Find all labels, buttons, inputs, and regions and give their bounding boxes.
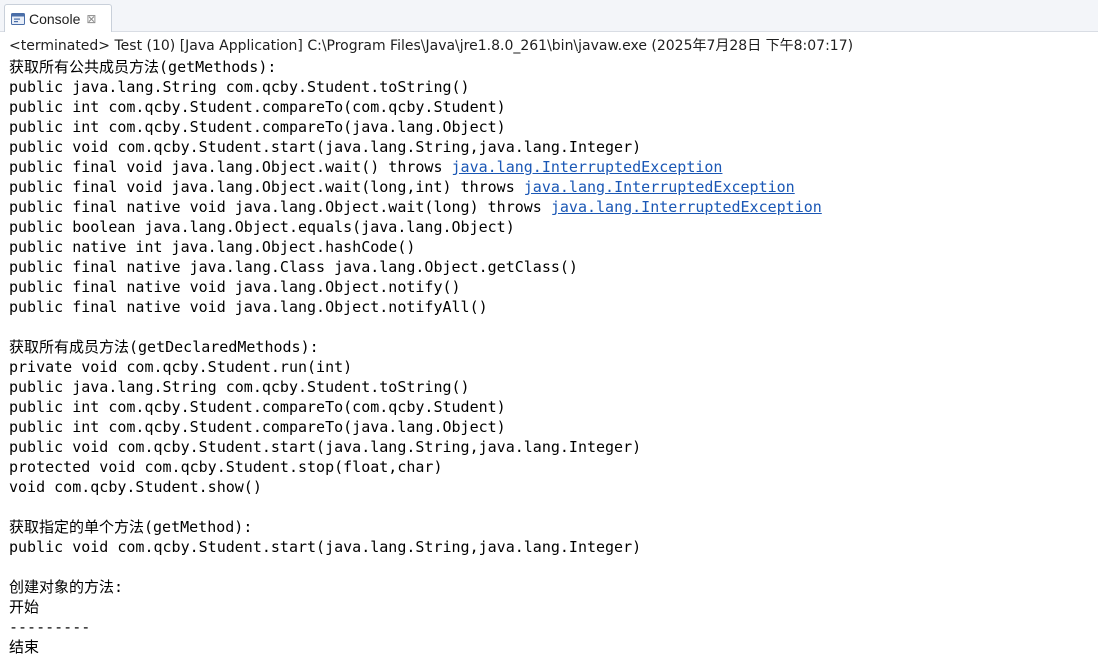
console-line-text: void com.qcby.Student.show() bbox=[9, 478, 262, 496]
console-line-text: public final native void java.lang.Objec… bbox=[9, 298, 488, 316]
console-line-text: public int com.qcby.Student.compareTo(co… bbox=[9, 98, 506, 116]
console-line-text: public final native void java.lang.Objec… bbox=[9, 198, 551, 216]
console-line-text: protected void com.qcby.Student.stop(flo… bbox=[9, 458, 443, 476]
console-line: 开始 bbox=[9, 597, 1094, 617]
console-line-text: public java.lang.String com.qcby.Student… bbox=[9, 378, 470, 396]
console-line-text: private void com.qcby.Student.run(int) bbox=[9, 358, 353, 376]
console-line-text: public final void java.lang.Object.wait(… bbox=[9, 178, 524, 196]
console-line: public void com.qcby.Student.start(java.… bbox=[9, 137, 1094, 157]
console-line: 获取所有成员方法(getDeclaredMethods): bbox=[9, 337, 1094, 357]
exception-link[interactable]: java.lang.InterruptedException bbox=[524, 178, 795, 196]
console-line: 结束 bbox=[9, 637, 1094, 657]
console-line: public final void java.lang.Object.wait(… bbox=[9, 177, 1094, 197]
console-line-text: public void com.qcby.Student.start(java.… bbox=[9, 538, 642, 556]
exception-link[interactable]: java.lang.InterruptedException bbox=[452, 158, 723, 176]
tab-bar: Console ⊠ bbox=[0, 0, 1098, 32]
console-line: public int com.qcby.Student.compareTo(ja… bbox=[9, 117, 1094, 137]
console-line-text: public boolean java.lang.Object.equals(j… bbox=[9, 218, 515, 236]
console-line: public int com.qcby.Student.compareTo(ja… bbox=[9, 417, 1094, 437]
console-line-text: public java.lang.String com.qcby.Student… bbox=[9, 78, 470, 96]
console-line-text: 开始 bbox=[9, 598, 40, 616]
console-line: 获取所有公共成员方法(getMethods): bbox=[9, 57, 1094, 77]
console-icon bbox=[11, 12, 25, 25]
close-icon[interactable]: ⊠ bbox=[86, 12, 96, 26]
console-line: void com.qcby.Student.show() bbox=[9, 477, 1094, 497]
console-line-text: 获取所有公共成员方法(getMethods): bbox=[9, 58, 277, 76]
console-line-text: public final void java.lang.Object.wait(… bbox=[9, 158, 452, 176]
console-output[interactable]: 获取所有公共成员方法(getMethods): public java.lang.… bbox=[9, 57, 1094, 666]
console-line: public final native java.lang.Class java… bbox=[9, 257, 1094, 277]
console-line: public native int java.lang.Object.hashC… bbox=[9, 237, 1094, 257]
console-line: public void com.qcby.Student.start(java.… bbox=[9, 537, 1094, 557]
console-line-text: public int com.qcby.Student.compareTo(co… bbox=[9, 398, 506, 416]
console-line: public final void java.lang.Object.wait(… bbox=[9, 157, 1094, 177]
console-line: public void com.qcby.Student.start(java.… bbox=[9, 437, 1094, 457]
console-line-text: 获取指定的单个方法(getMethod): bbox=[9, 518, 253, 536]
console-line-text: --------- bbox=[9, 618, 91, 636]
console-line: public final native void java.lang.Objec… bbox=[9, 277, 1094, 297]
console-line-text: public int com.qcby.Student.compareTo(ja… bbox=[9, 418, 506, 436]
console-line-text: 获取所有成员方法(getDeclaredMethods): bbox=[9, 338, 319, 356]
console-line: public int com.qcby.Student.compareTo(co… bbox=[9, 397, 1094, 417]
console-line: public java.lang.String com.qcby.Student… bbox=[9, 377, 1094, 397]
console-line: public int com.qcby.Student.compareTo(co… bbox=[9, 97, 1094, 117]
console-line-text: 创建对象的方法: bbox=[9, 578, 124, 596]
console-line: 获取指定的单个方法(getMethod): bbox=[9, 517, 1094, 537]
console-line: 创建对象的方法: bbox=[9, 577, 1094, 597]
tab-console[interactable]: Console ⊠ bbox=[4, 4, 112, 32]
console-view: Console ⊠ <terminated> Test (10) [Java A… bbox=[0, 0, 1098, 666]
console-line-text: public void com.qcby.Student.start(java.… bbox=[9, 438, 642, 456]
console-line-text: public final native java.lang.Class java… bbox=[9, 258, 578, 276]
console-line: protected void com.qcby.Student.stop(flo… bbox=[9, 457, 1094, 477]
console-line-text: public void com.qcby.Student.start(java.… bbox=[9, 138, 642, 156]
console-line: public java.lang.String com.qcby.Student… bbox=[9, 77, 1094, 97]
console-line-text: public int com.qcby.Student.compareTo(ja… bbox=[9, 118, 506, 136]
console-line-text: 结束 bbox=[9, 638, 40, 656]
console-line-text: public final native void java.lang.Objec… bbox=[9, 278, 461, 296]
process-status: <terminated> Test (10) [Java Application… bbox=[9, 38, 854, 54]
console-line: private void com.qcby.Student.run(int) bbox=[9, 357, 1094, 377]
exception-link[interactable]: java.lang.InterruptedException bbox=[551, 198, 822, 216]
console-line: --------- bbox=[9, 617, 1094, 637]
console-line: public boolean java.lang.Object.equals(j… bbox=[9, 217, 1094, 237]
console-line: public final native void java.lang.Objec… bbox=[9, 297, 1094, 317]
console-line: public final native void java.lang.Objec… bbox=[9, 197, 1094, 217]
tab-console-label: Console bbox=[29, 10, 81, 27]
console-line-text: public native int java.lang.Object.hashC… bbox=[9, 238, 416, 256]
